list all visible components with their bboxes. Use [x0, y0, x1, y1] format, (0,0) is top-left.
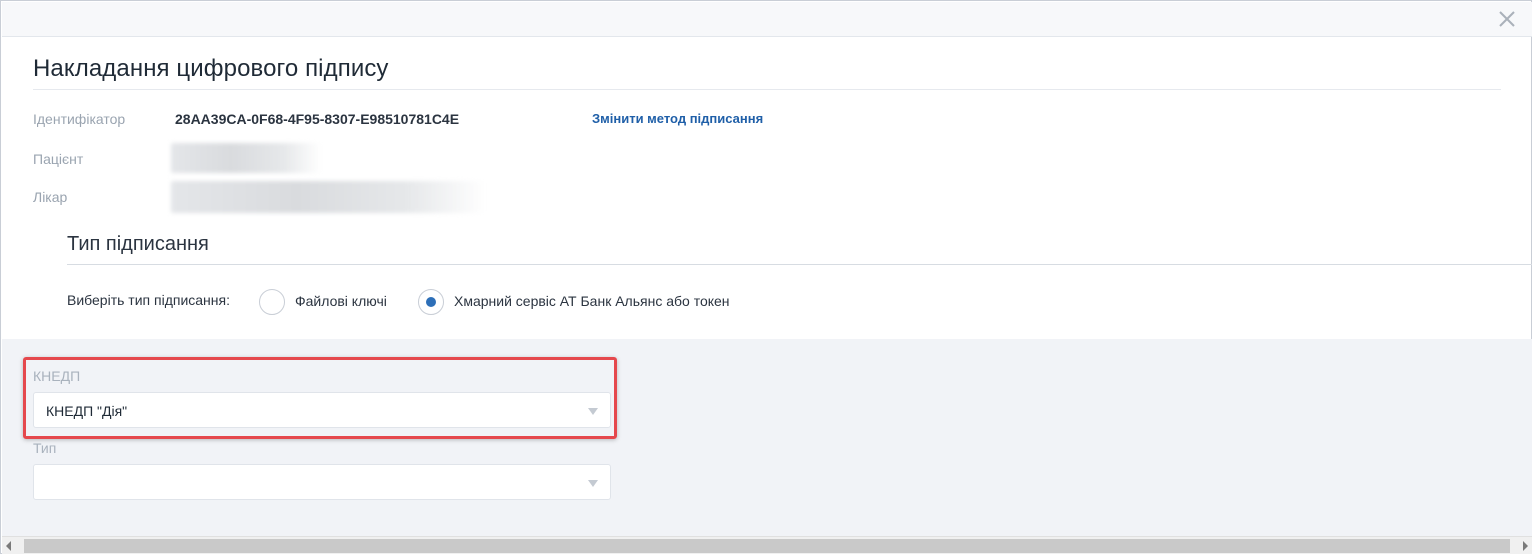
- radio-selected-dot: [426, 297, 436, 307]
- horizontal-scrollbar[interactable]: [2, 536, 1532, 554]
- patient-label: Пацієнт: [33, 151, 84, 167]
- title-divider: [33, 89, 1501, 90]
- chevron-down-icon: [588, 480, 598, 487]
- change-signing-method-link[interactable]: Змінити метод підписання: [592, 111, 763, 126]
- radio-cloud-service[interactable]: [418, 289, 444, 315]
- radio-file-keys-label[interactable]: Файлові ключі: [295, 293, 387, 309]
- identifier-value: 28AA39CA-0F68-4F95-8307-E98510781C4E: [175, 111, 460, 127]
- signing-type-title: Тип підписання: [67, 233, 209, 255]
- kednp-select[interactable]: КНЕДП "Дія": [33, 392, 611, 428]
- radio-file-keys[interactable]: [259, 289, 285, 315]
- identifier-label: Ідентифікатор: [33, 111, 126, 127]
- close-button[interactable]: [1496, 8, 1518, 30]
- scrollbar-thumb[interactable]: [24, 539, 1510, 553]
- scroll-left-icon[interactable]: [6, 541, 11, 551]
- kednp-select-value: КНЕДП "Дія": [46, 403, 128, 419]
- type-select[interactable]: [33, 464, 611, 500]
- close-icon: [1499, 11, 1515, 27]
- kednp-label: КНЕДП: [33, 368, 81, 384]
- scroll-right-icon[interactable]: [1523, 541, 1528, 551]
- page-title: Накладання цифрового підпису: [33, 55, 389, 82]
- form-area: [2, 339, 1532, 536]
- doctor-value-redacted: [171, 181, 486, 213]
- type-label: Тип: [33, 440, 57, 456]
- doctor-label: Лікар: [33, 189, 68, 205]
- chevron-down-icon: [588, 408, 598, 415]
- signature-dialog: Накладання цифрового підпису Ідентифікат…: [0, 0, 1532, 554]
- patient-value-redacted: [171, 143, 321, 173]
- radio-cloud-service-label[interactable]: Хмарний сервіс АТ Банк Альянс або токен: [454, 293, 730, 309]
- section-divider: [67, 264, 1532, 265]
- signing-type-prompt: Виберіть тип підписання:: [67, 292, 230, 308]
- dialog-header-bar: [2, 2, 1532, 37]
